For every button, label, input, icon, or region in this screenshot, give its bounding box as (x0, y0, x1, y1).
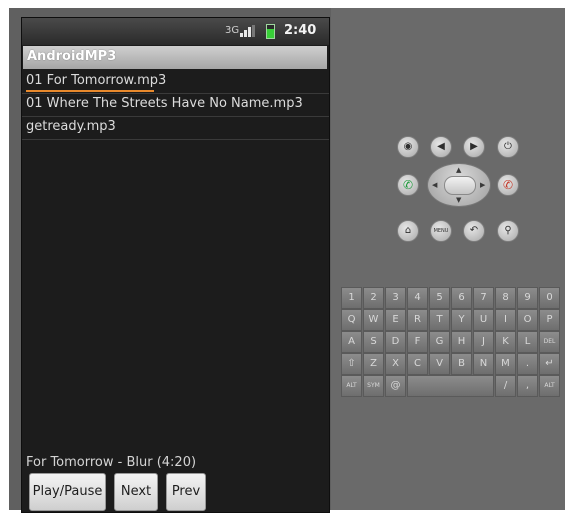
playlist-item[interactable]: getready.mp3 (22, 117, 329, 140)
playlist-item[interactable]: 01 Where The Streets Have No Name.mp3 (22, 94, 329, 117)
app-title-bar: AndroidMP3 (23, 46, 327, 69)
dpad-up-icon[interactable]: ▲ (456, 166, 461, 174)
hardware-keyboard: 1 2 3 4 5 6 7 8 9 0 Q W E R T Y U I O P … (341, 287, 565, 397)
sym-key[interactable]: SYM (363, 375, 384, 397)
key[interactable]: 5 (429, 287, 450, 309)
key[interactable]: Y (451, 309, 472, 331)
key[interactable]: 4 (407, 287, 428, 309)
enter-key[interactable]: ↵ (539, 353, 560, 375)
key[interactable]: D (385, 331, 406, 353)
home-button[interactable]: ⌂ (397, 220, 419, 242)
key[interactable]: I (495, 309, 516, 331)
playlist: 01 For Tomorrow.mp3 01 Where The Streets… (22, 71, 329, 140)
keyboard-row: A S D F G H J K L DEL (341, 331, 565, 353)
key[interactable]: A (341, 331, 362, 353)
space-key[interactable] (407, 375, 494, 397)
keyboard-row: ALT SYM @ / , ALT (341, 375, 565, 397)
key[interactable]: 6 (451, 287, 472, 309)
key[interactable]: 0 (539, 287, 560, 309)
key[interactable]: C (407, 353, 428, 375)
play-pause-button[interactable]: Play/Pause (29, 473, 106, 511)
key[interactable]: , (517, 375, 538, 397)
key[interactable]: B (451, 353, 472, 375)
key[interactable]: G (429, 331, 450, 353)
key[interactable]: K (495, 331, 516, 353)
key[interactable]: 1 (341, 287, 362, 309)
key[interactable]: S (363, 331, 384, 353)
key[interactable]: N (473, 353, 494, 375)
dpad-down-icon[interactable]: ▼ (456, 196, 461, 204)
menu-button[interactable]: MENU (430, 220, 452, 242)
end-call-button[interactable]: ✆ (497, 174, 519, 196)
key[interactable]: M (495, 353, 516, 375)
emulator-window: 3G 2:40 AndroidMP3 01 For Tomorrow.mp3 0… (9, 8, 565, 513)
dpad-left-icon[interactable]: ◀ (432, 181, 437, 189)
alt-key[interactable]: ALT (341, 375, 362, 397)
next-button[interactable]: Next (114, 473, 158, 511)
device-screen: 3G 2:40 AndroidMP3 01 For Tomorrow.mp3 0… (21, 17, 330, 513)
alt-key[interactable]: ALT (539, 375, 560, 397)
key[interactable]: 7 (473, 287, 494, 309)
key[interactable]: 8 (495, 287, 516, 309)
network-3g-icon: 3G (225, 25, 240, 36)
dpad-center-button[interactable] (444, 176, 476, 195)
keyboard-row: ⇧ Z X C V B N M . ↵ (341, 353, 565, 375)
key[interactable]: . (517, 353, 538, 375)
back-button[interactable]: ↶ (463, 220, 485, 242)
delete-key[interactable]: DEL (539, 331, 560, 353)
key[interactable]: O (517, 309, 538, 331)
emulator-controls: ◉ ◀ ▶ ⏻ ✆ ▲ ▼ ◀ ▶ ✆ ⌂ MENU ↶ ⚲ 1 2 3 4 5… (331, 8, 565, 510)
volume-down-button[interactable]: ◀ (430, 136, 452, 158)
keyboard-row: Q W E R T Y U I O P (341, 309, 565, 331)
key[interactable]: R (407, 309, 428, 331)
key[interactable]: X (385, 353, 406, 375)
prev-button[interactable]: Prev (166, 473, 206, 511)
battery-icon (266, 24, 275, 39)
camera-button[interactable]: ◉ (397, 136, 419, 158)
call-button[interactable]: ✆ (397, 174, 419, 196)
playlist-item[interactable]: 01 For Tomorrow.mp3 (22, 71, 329, 94)
keyboard-row: 1 2 3 4 5 6 7 8 9 0 (341, 287, 565, 309)
key[interactable]: L (517, 331, 538, 353)
key[interactable]: E (385, 309, 406, 331)
key[interactable]: 3 (385, 287, 406, 309)
key[interactable]: W (363, 309, 384, 331)
search-button[interactable]: ⚲ (497, 220, 519, 242)
shift-key[interactable]: ⇧ (341, 353, 362, 375)
status-bar: 3G 2:40 (22, 18, 329, 45)
signal-strength-icon (240, 25, 255, 37)
key[interactable]: Z (363, 353, 384, 375)
key[interactable]: Q (341, 309, 362, 331)
key[interactable]: @ (385, 375, 406, 397)
now-playing-text: For Tomorrow - Blur (4:20) (26, 455, 197, 470)
key[interactable]: P (539, 309, 560, 331)
key[interactable]: J (473, 331, 494, 353)
key[interactable]: U (473, 309, 494, 331)
status-clock: 2:40 (284, 23, 317, 38)
dpad[interactable]: ▲ ▼ ◀ ▶ (427, 163, 491, 207)
dpad-right-icon[interactable]: ▶ (480, 181, 485, 189)
power-button[interactable]: ⏻ (497, 136, 519, 158)
key[interactable]: / (495, 375, 516, 397)
app-title: AndroidMP3 (27, 49, 117, 64)
key[interactable]: F (407, 331, 428, 353)
key[interactable]: T (429, 309, 450, 331)
key[interactable]: V (429, 353, 450, 375)
key[interactable]: 2 (363, 287, 384, 309)
volume-up-button[interactable]: ▶ (463, 136, 485, 158)
key[interactable]: 9 (517, 287, 538, 309)
key[interactable]: H (451, 331, 472, 353)
